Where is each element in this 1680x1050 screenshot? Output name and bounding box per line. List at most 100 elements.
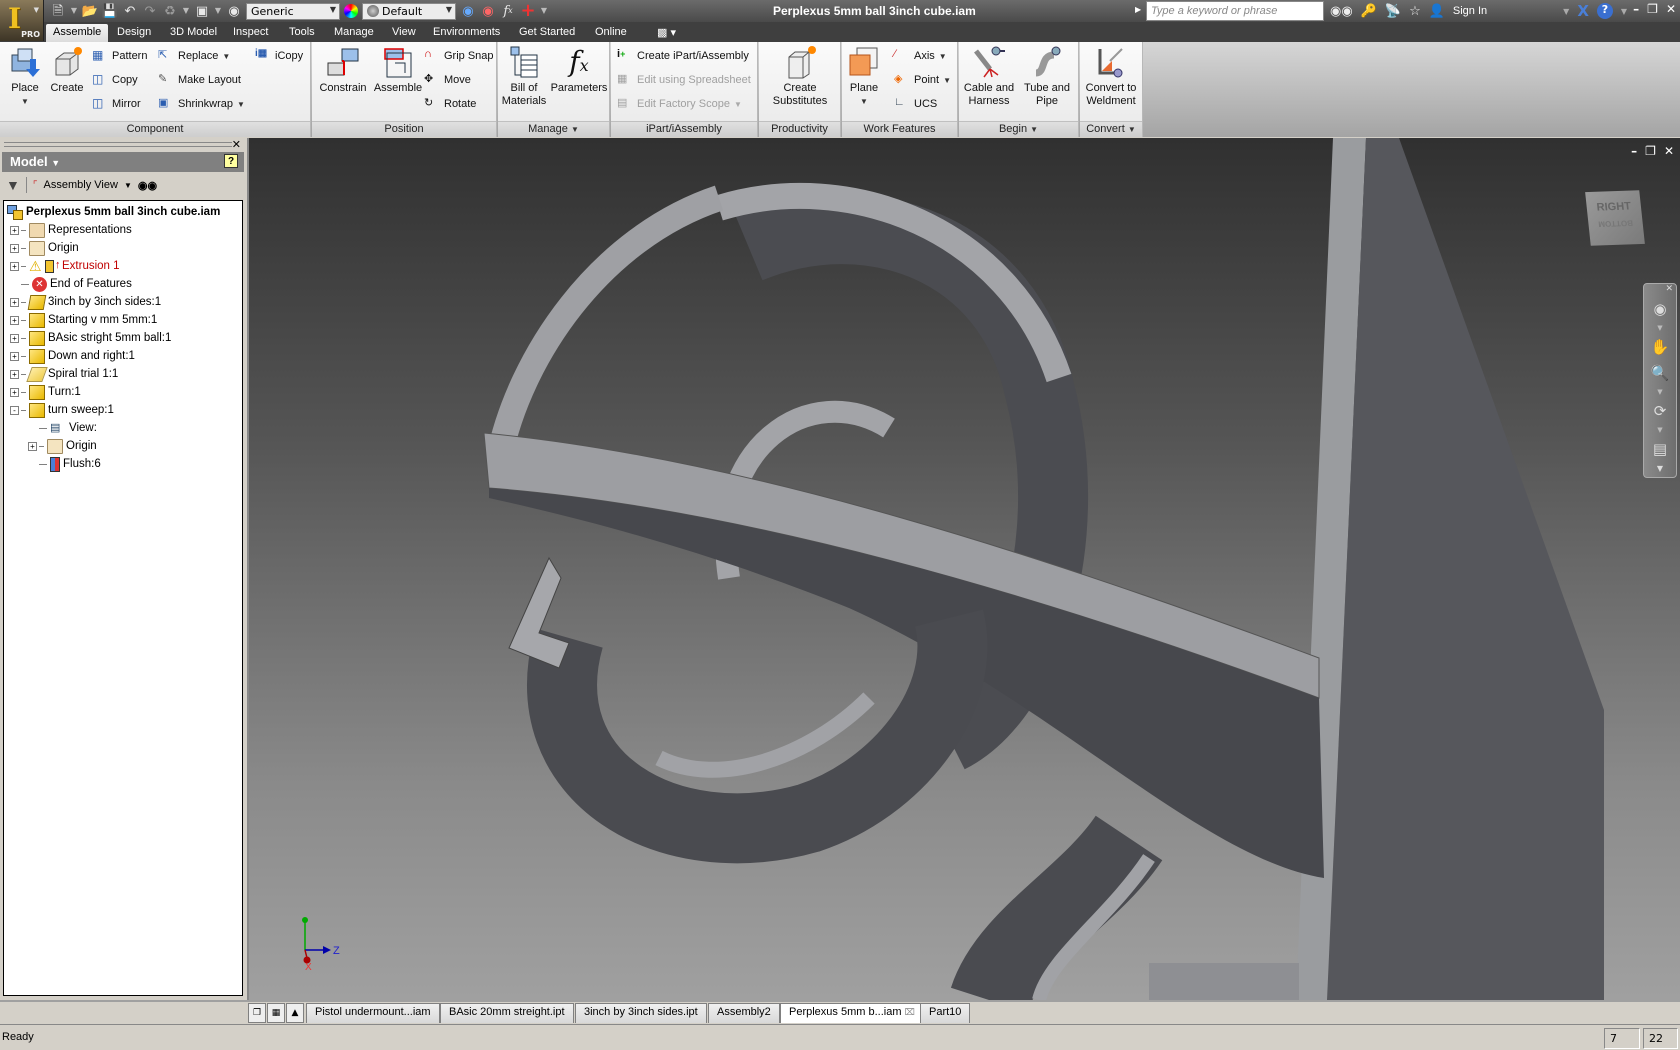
- icopy-button[interactable]: i▦ iCopy: [255, 48, 303, 64]
- application-menu-button[interactable]: I ▼ PRO: [0, 0, 44, 41]
- update-dropdown-icon[interactable]: ▼: [182, 3, 190, 19]
- make-layout-button[interactable]: ✎ Make Layout: [158, 72, 241, 88]
- copy-button[interactable]: ◫ Copy: [92, 72, 138, 88]
- tab-tools[interactable]: Tools: [282, 24, 322, 42]
- customize-qat-icon[interactable]: ▼: [540, 3, 548, 19]
- binoculars-icon[interactable]: ◉◉: [1330, 4, 1353, 19]
- close-tab-icon[interactable]: ⌧: [905, 1007, 915, 1017]
- restore-icon[interactable]: ❐: [1647, 2, 1658, 16]
- rotate-button[interactable]: ↻ Rotate: [424, 96, 476, 112]
- doc-tab[interactable]: BAsic 20mm streight.ipt: [440, 1003, 574, 1023]
- star-icon[interactable]: ☆: [1409, 4, 1421, 19]
- new-dropdown-icon[interactable]: ▼: [70, 3, 78, 19]
- collapse-icon[interactable]: -: [10, 405, 19, 415]
- exchange-x-icon[interactable]: X: [1577, 2, 1589, 20]
- minimize-icon[interactable]: –: [1633, 2, 1639, 16]
- key-icon[interactable]: 🔑: [1361, 4, 1377, 19]
- mirror-button[interactable]: ◫ Mirror: [92, 96, 141, 112]
- constrain-button[interactable]: Constrain: [316, 45, 370, 95]
- tree-node[interactable]: Flush:6: [4, 455, 242, 473]
- pattern-button[interactable]: ▦ Pattern: [92, 48, 147, 64]
- viewcube-face-bottom[interactable]: BOTTOM: [1588, 218, 1643, 229]
- adjust-appearance-icon[interactable]: ◉: [460, 3, 476, 19]
- create-substitutes-button[interactable]: Create Substitutes: [765, 45, 835, 108]
- expand-icon[interactable]: +: [10, 297, 19, 307]
- browser-header[interactable]: Model ▼ ?: [2, 152, 244, 172]
- tree-node[interactable]: + Origin: [4, 437, 242, 455]
- chevron-down-icon[interactable]: ▼: [1644, 426, 1676, 434]
- redo-icon[interactable]: ↷: [142, 3, 158, 19]
- tube-pipe-button[interactable]: Tube and Pipe: [1019, 45, 1075, 108]
- update-icon[interactable]: ♻: [162, 3, 178, 19]
- bill-of-materials-button[interactable]: Bill of Materials: [500, 45, 548, 108]
- edit-spreadsheet-button[interactable]: ▦ Edit using Spreadsheet: [617, 72, 751, 88]
- tab-view[interactable]: View: [385, 24, 423, 42]
- panel-title-manage[interactable]: Manage ▼: [498, 121, 609, 137]
- expand-icon[interactable]: +: [10, 315, 19, 325]
- help-icon[interactable]: ?: [224, 154, 238, 168]
- tree-node[interactable]: + Representations: [4, 221, 242, 239]
- collapse-tabs-icon[interactable]: ▲: [286, 1003, 304, 1023]
- tree-root[interactable]: Perplexus 5mm ball 3inch cube.iam: [4, 203, 242, 221]
- function-fx-icon[interactable]: fx: [500, 3, 516, 19]
- expand-icon[interactable]: +: [10, 333, 19, 343]
- tab-inspect[interactable]: Inspect: [226, 24, 275, 42]
- user-icon[interactable]: 👤: [1429, 4, 1445, 19]
- undo-icon[interactable]: ↶: [122, 3, 138, 19]
- help-icon[interactable]: ?: [1596, 3, 1613, 19]
- viewcube[interactable]: RIGHT BOTTOM: [1585, 190, 1645, 246]
- edit-factory-scope-button[interactable]: ▤ Edit Factory Scope ▼: [617, 96, 742, 112]
- tree-node[interactable]: + Spiral trial 1:1: [4, 365, 242, 383]
- place-button[interactable]: Place ▼: [6, 45, 44, 108]
- tab-3d-model[interactable]: 3D Model: [163, 24, 224, 42]
- close-icon[interactable]: ✕: [232, 138, 241, 151]
- doc-tab[interactable]: Assembly2: [708, 1003, 780, 1023]
- tab-manage[interactable]: Manage: [327, 24, 381, 42]
- material-select[interactable]: Generic ▼: [246, 2, 340, 20]
- close-icon[interactable]: ✕: [1664, 144, 1674, 158]
- open-icon[interactable]: 📂: [82, 3, 98, 19]
- axis-button[interactable]: ∕ Axis ▼: [894, 48, 947, 64]
- assembly-view-select[interactable]: Assembly View: [44, 179, 118, 191]
- tree-node[interactable]: + Turn:1: [4, 383, 242, 401]
- expand-icon[interactable]: +: [10, 225, 19, 235]
- tree-node[interactable]: + Down and right:1: [4, 347, 242, 365]
- panel-title-begin[interactable]: Begin ▼: [959, 121, 1078, 137]
- expand-icon[interactable]: +: [10, 243, 19, 253]
- convert-to-weldment-button[interactable]: Convert to Weldment: [1082, 45, 1140, 108]
- panel-title-convert[interactable]: Convert ▼: [1080, 121, 1142, 137]
- satellite-icon[interactable]: 📡: [1385, 4, 1401, 19]
- save-icon[interactable]: 💾: [102, 3, 118, 19]
- steering-wheel-icon[interactable]: ◉: [1647, 298, 1673, 320]
- tab-environments[interactable]: Environments: [426, 24, 507, 42]
- close-icon[interactable]: ✕: [1644, 284, 1676, 294]
- tab-assemble[interactable]: Assemble: [46, 24, 109, 42]
- doc-tab-active[interactable]: Perplexus 5mm b...iam ⌧: [780, 1003, 924, 1023]
- customize-icon[interactable]: ▼: [1644, 464, 1676, 473]
- look-at-icon[interactable]: ▤: [1647, 438, 1673, 460]
- tree-node[interactable]: - turn sweep:1: [4, 401, 242, 419]
- tab-online[interactable]: Online: [588, 24, 634, 42]
- doc-tab[interactable]: Pistol undermount...iam: [306, 1003, 440, 1023]
- doc-tab[interactable]: Part10: [920, 1003, 971, 1023]
- graphics-viewport[interactable]: – ❐ ✕ RIGHT BOTTOM ✕ ◉ ▼ ✋ 🔍 ▼ ⟳ ▼ ▤ ▼ Z…: [247, 138, 1680, 1000]
- replace-button[interactable]: ⇱ Replace ▼: [158, 48, 230, 64]
- chevron-down-icon[interactable]: ▼: [124, 181, 132, 190]
- pan-hand-icon[interactable]: ✋: [1647, 336, 1673, 358]
- doc-tab[interactable]: 3inch by 3inch sides.ipt: [575, 1003, 707, 1023]
- appearance-select[interactable]: Default ▼: [362, 2, 456, 20]
- chevron-down-icon[interactable]: ▼: [1644, 388, 1676, 396]
- shrinkwrap-button[interactable]: ▣ Shrinkwrap ▼: [158, 96, 245, 112]
- select-icon[interactable]: ▣: [194, 3, 210, 19]
- create-component-button[interactable]: Create: [48, 45, 86, 95]
- restore-icon[interactable]: ❐: [1645, 144, 1656, 158]
- expand-icon[interactable]: +: [10, 351, 19, 361]
- tree-node[interactable]: + ⚠ ↑ Extrusion 1: [4, 257, 242, 275]
- grip-snap-button[interactable]: ∩ Grip Snap: [424, 48, 494, 64]
- tile-windows-icon[interactable]: ▦: [267, 1003, 285, 1023]
- expand-icon[interactable]: +: [10, 261, 19, 271]
- add-plus-icon[interactable]: +: [520, 2, 536, 20]
- filter-icon[interactable]: ▼: [6, 177, 20, 193]
- ucs-button[interactable]: ∟ UCS: [894, 96, 937, 112]
- move-button[interactable]: ✥ Move: [424, 72, 471, 88]
